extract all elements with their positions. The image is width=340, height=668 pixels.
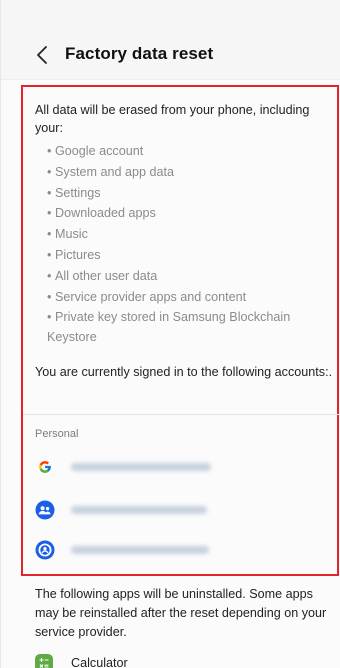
erase-item: • Private key stored in Samsung Blockchai…	[47, 310, 291, 345]
chevron-left-icon	[37, 46, 47, 64]
erase-item: • Service provider apps and content	[47, 289, 247, 304]
erase-item: • Settings	[47, 185, 101, 200]
app-bar: Factory data reset	[1, 0, 340, 80]
accounts-section-label: Personal	[35, 428, 79, 440]
erase-item: • Pictures	[47, 247, 101, 262]
account-email-blurred	[71, 546, 209, 554]
samsung-people-icon	[35, 500, 55, 520]
signed-in-text: You are currently signed in to the follo…	[35, 365, 333, 379]
account-row-google[interactable]	[35, 454, 335, 480]
account-email-blurred	[71, 506, 207, 514]
erase-item: • All other user data	[47, 268, 158, 283]
erase-item: • System and app data	[47, 164, 175, 179]
erase-items-list: • Google account • System and app data • Se…	[47, 141, 327, 347]
account-email-blurred	[71, 463, 211, 471]
divider	[23, 414, 339, 415]
erase-item: • Downloaded apps	[47, 206, 156, 221]
app-item-calculator: Calculator	[35, 652, 128, 668]
app-name: Calculator	[71, 656, 128, 668]
account-row-samsung-account[interactable]	[35, 537, 335, 563]
back-button[interactable]	[31, 42, 53, 68]
erase-item: • Music	[47, 227, 88, 242]
erase-intro-text: All data will be erased from your phone,…	[35, 103, 310, 135]
erase-item: • Google account	[47, 144, 144, 158]
page-title: Factory data reset	[65, 44, 214, 63]
uninstall-notice-text: The following apps will be uninstalled. …	[35, 587, 327, 639]
screen: Factory data reset All data will be eras…	[0, 0, 340, 668]
samsung-account-icon	[35, 540, 55, 560]
google-icon	[35, 457, 55, 477]
account-row-samsung-people[interactable]	[35, 497, 335, 523]
calculator-icon	[35, 654, 53, 668]
